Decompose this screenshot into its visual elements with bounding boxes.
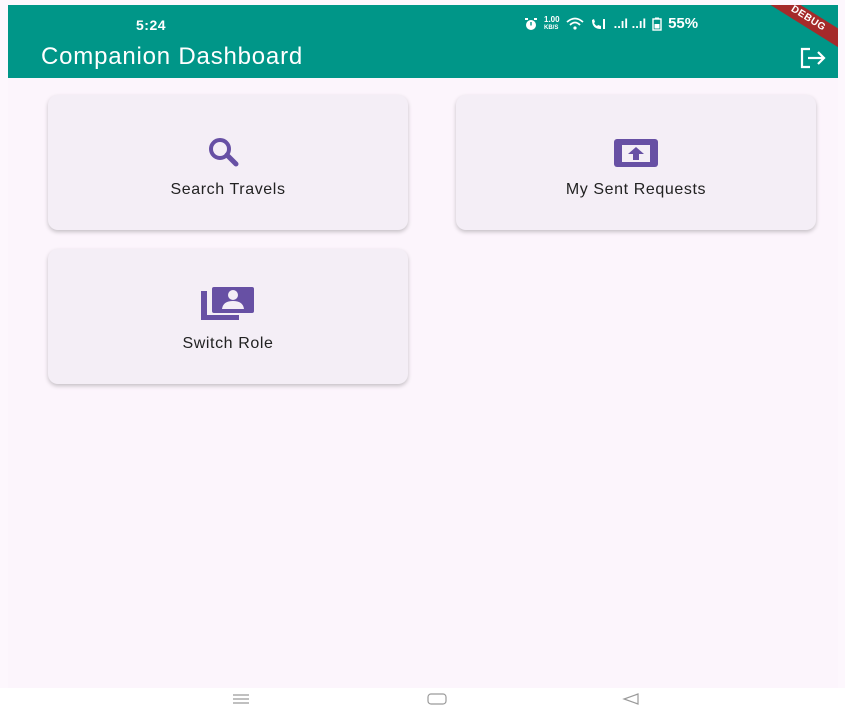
status-icons: 1.00 KB/S ..ıl ..ıl 55% [524,15,698,32]
system-nav-bar [0,688,845,708]
logout-button[interactable] [800,47,828,69]
network-speed-value: 1.00 [544,14,560,24]
sent-requests-label: My Sent Requests [565,181,707,198]
logout-icon [800,47,826,69]
menu-icon [233,694,249,704]
back-button[interactable] [622,692,640,708]
app-screen: 5:24 1.00 KB/S ..ıl ..ıl 55% DEBUG Compa… [8,5,838,688]
battery-icon [652,17,662,31]
search-travels-card[interactable]: Search Travels [48,95,408,230]
wifi-icon [565,17,584,30]
volte-call-icon [591,18,605,29]
network-speed-unit: KB/S [544,24,559,31]
status-time: 5:24 [136,17,167,33]
outbox-icon [614,139,658,167]
switch-account-icon [201,287,254,320]
switch-role-label: Switch Role [182,335,274,352]
back-icon [622,693,639,705]
search-travels-label: Search Travels [170,181,286,198]
battery-percent: 55% [668,15,699,32]
sent-requests-card[interactable]: My Sent Requests [456,95,816,230]
home-button[interactable] [427,692,447,708]
switch-role-card[interactable]: Switch Role [48,249,408,384]
signal-bars: ..ıl ..ıl [613,16,647,31]
page-title: Companion Dashboard [41,43,304,70]
home-icon [427,693,447,705]
network-speed: 1.00 KB/S [544,14,560,32]
recents-button[interactable] [232,692,250,708]
app-bar: 5:24 1.00 KB/S ..ıl ..ıl 55% DEBUG Compa… [8,5,838,78]
search-icon [209,138,239,167]
alarm-icon [525,17,537,30]
